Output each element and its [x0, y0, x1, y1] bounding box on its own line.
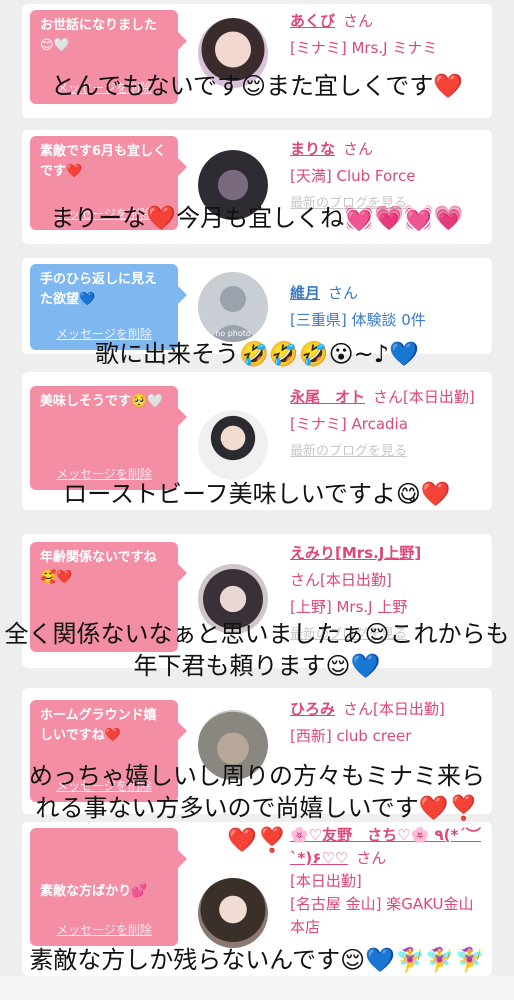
reply-overlay-text: 全く関係ないなぁと思いましたぁ😌これからも年下君も頼ります😌💙 — [4, 620, 510, 680]
message-text: 素敵です6月も宜しくです❤️ — [40, 144, 167, 179]
message-text: 年齢関係ないですね🥰❤️ — [40, 550, 157, 585]
honorific: さん — [328, 284, 359, 302]
bottom-bar — [0, 976, 514, 1000]
reply-overlay-text: ローストビーフ美味しいですよ😋❤️ — [63, 480, 451, 508]
honorific: さん[本日出勤] — [373, 388, 475, 406]
area-shop: [天満] Club Force — [290, 167, 416, 185]
reply-overlay-text: 歌に出来そう🤣🤣🤣😮~♪💙 — [95, 340, 419, 368]
area-shop: [上野] Mrs.J 上野 — [290, 598, 408, 616]
no-photo-label: no photo — [215, 329, 251, 338]
cast-name-link[interactable]: まりな — [290, 140, 335, 158]
delete-message-link[interactable]: メッセージを削除 — [30, 920, 178, 940]
honorific: さん — [343, 140, 374, 158]
area-shop: [名古屋 金山] 楽GAKU金山本店 — [290, 895, 474, 936]
honorific: さん[本日出勤] — [343, 700, 445, 718]
reply-overlay-text: とんでもないです😌また宜しくです❤️ — [50, 72, 464, 100]
cast-info: あくび さん [ミナミ] Mrs.J ミナミ — [290, 8, 486, 62]
cast-name-link[interactable]: あくび — [290, 12, 335, 30]
reply-overlay-text: 素敵な方しか残らないんです😌💙🧚‍♀️🧚‍♀️🧚‍♀️ — [29, 946, 485, 974]
avatar[interactable] — [198, 410, 268, 480]
avatar[interactable] — [198, 878, 268, 948]
message-text: ホームグラウンド嬉しいですね❤️ — [40, 708, 157, 743]
cast-info: 永尾 オト さん[本日出勤] [ミナミ] Arcadia 最新のブログを見る — [290, 384, 486, 465]
message-text: 美味しそうです🥺🤍 — [40, 394, 164, 409]
area-shop: [西新] club creer — [290, 727, 412, 745]
reply-overlay-text: まりーな❤️今月も宜しくね💓💗💓💗 — [50, 204, 464, 232]
cast-name-link[interactable]: えみり[Mrs.J上野] — [290, 544, 421, 562]
today-status: [本日出勤] — [290, 872, 362, 890]
message-text: 手のひら返しに見えた欲望💙 — [40, 272, 158, 307]
reply-overlay-text: めっちゃ嬉しいし周りの方々もミナミ来られる事ない方多いので尚嬉しいです❤️❣️❤… — [29, 762, 485, 854]
area-shop: [三重県] 体験談 0件 — [290, 311, 426, 329]
cast-info: ひろみ さん[本日出勤] [西新] club creer — [290, 696, 486, 750]
honorific: さん[本日出勤] — [290, 571, 392, 589]
area-shop: [ミナミ] Mrs.J ミナミ — [290, 39, 438, 57]
message-bubble: 美味しそうです🥺🤍 メッセージを削除 — [30, 386, 187, 490]
message-text: お世話になりました😊🤍 — [40, 18, 158, 53]
cast-name-link[interactable]: 維月 — [290, 284, 320, 302]
latest-blog-link[interactable]: 最新のブログを見る — [290, 438, 486, 465]
cast-info: 維月 さん [三重県] 体験談 0件 — [290, 280, 486, 334]
cast-name-link[interactable]: 永尾 オト — [290, 388, 365, 406]
area-shop: [ミナミ] Arcadia — [290, 415, 408, 433]
honorific: さん — [343, 12, 374, 30]
no-photo-icon: no photo — [208, 286, 258, 342]
avatar[interactable]: no photo — [198, 272, 268, 342]
cast-name-link[interactable]: ひろみ — [290, 700, 335, 718]
